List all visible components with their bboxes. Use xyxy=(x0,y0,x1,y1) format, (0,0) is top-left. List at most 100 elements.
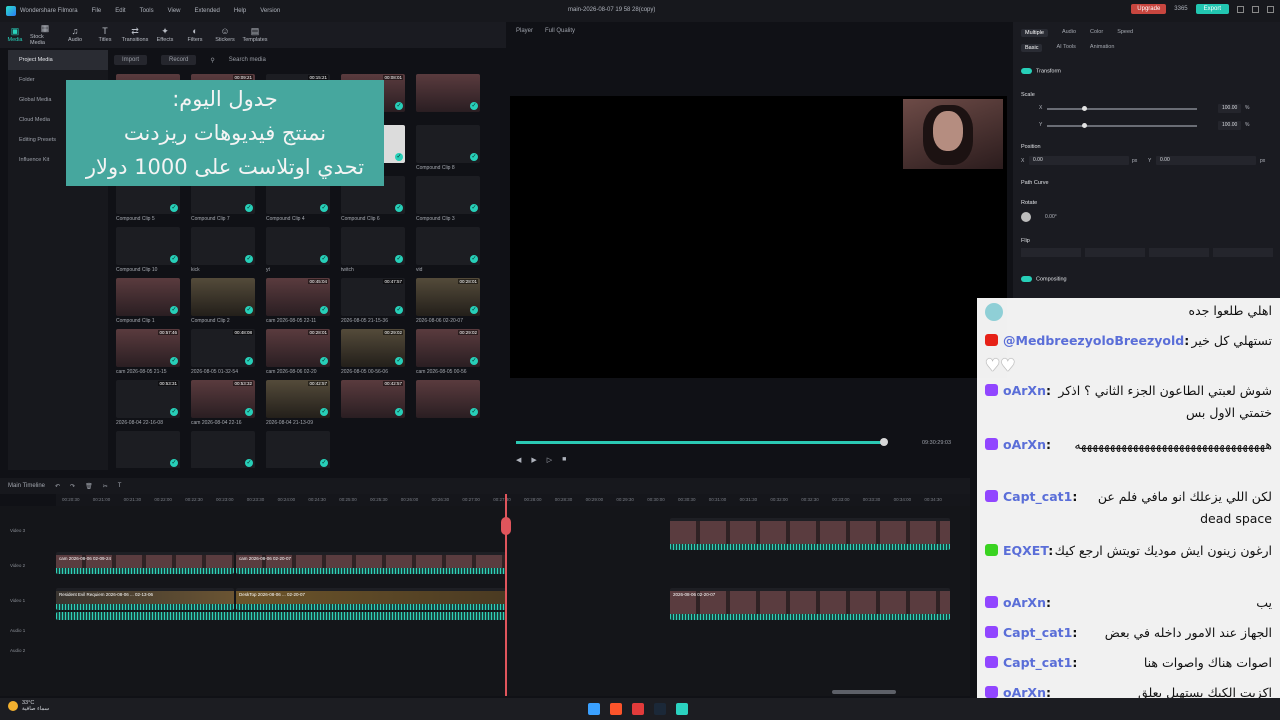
prop-subtab-animation[interactable]: Animation xyxy=(1090,44,1114,52)
menu-item-extended[interactable]: Extended xyxy=(195,8,220,14)
media-thumbnail[interactable]: ✓ xyxy=(116,227,180,265)
media-item[interactable]: 00:48:08 ✓ 2026-08-05 01-32-54 xyxy=(191,329,255,375)
media-item[interactable]: 00:47:57 ✓ 2026-08-05 21-15-36 xyxy=(341,278,405,324)
media-item[interactable]: ✓ xyxy=(191,431,255,468)
timeline-name[interactable]: Main Timeline xyxy=(8,483,45,489)
media-thumbnail[interactable]: 00:42:57 ✓ xyxy=(341,380,405,418)
tab-templates[interactable]: ▤ Templates xyxy=(240,22,270,48)
upgrade-button[interactable]: Upgrade xyxy=(1131,4,1167,14)
prop-subtab-basic[interactable]: Basic xyxy=(1021,44,1043,52)
media-item[interactable]: 00:53:32 ✓ cam 2026-08-04 22-16 xyxy=(191,380,255,426)
scale-y-input[interactable]: 100.00 xyxy=(1218,121,1242,130)
scale-y-slider[interactable] xyxy=(1047,125,1197,127)
timeline-scrollbar[interactable] xyxy=(832,690,896,694)
rotate-value[interactable]: 0.00° xyxy=(1045,214,1057,220)
menu-item-edit[interactable]: Edit xyxy=(115,8,125,14)
media-thumbnail[interactable]: 00:57:46 ✓ xyxy=(116,329,180,367)
flip-vertical-button[interactable] xyxy=(1021,248,1081,257)
media-thumbnail[interactable]: 00:47:57 ✓ xyxy=(341,278,405,316)
menu-item-help[interactable]: Help xyxy=(234,8,246,14)
brave-icon[interactable] xyxy=(610,703,622,715)
media-item[interactable]: ✓ xyxy=(416,74,480,114)
undo-icon[interactable]: ↶ xyxy=(55,483,60,490)
transform-toggle[interactable] xyxy=(1021,68,1032,74)
media-item[interactable]: ✓ xyxy=(116,431,180,468)
filmora-taskbar-icon[interactable] xyxy=(676,703,688,715)
playhead-marker[interactable] xyxy=(501,517,511,535)
cut-icon[interactable]: ✂ xyxy=(103,483,108,490)
media-thumbnail[interactable]: ✓ xyxy=(191,227,255,265)
media-item[interactable]: 00:42:57 ✓ xyxy=(341,380,405,420)
media-thumbnail[interactable]: 00:28:01 ✓ xyxy=(266,329,330,367)
playback-knob[interactable] xyxy=(880,438,888,446)
media-item[interactable]: ✓ yt xyxy=(266,227,330,273)
timeline-clip[interactable]: 2026-08-06 02-20-07 xyxy=(670,588,950,620)
media-item[interactable]: ✓ vid xyxy=(416,227,480,273)
menu-item-view[interactable]: View xyxy=(168,8,181,14)
stop-icon[interactable]: ■ xyxy=(562,456,566,468)
timeline-ruler[interactable]: 00:20:30 00:21:00 00:21:30 00:22:00 00:22:30… xyxy=(56,494,970,506)
media-thumbnail[interactable]: 00:53:32 ✓ xyxy=(191,380,255,418)
media-thumbnail[interactable]: ✓ xyxy=(116,431,180,468)
minimize-icon[interactable] xyxy=(1237,5,1244,13)
media-thumbnail[interactable]: 00:45:04 ✓ xyxy=(266,278,330,316)
prop-tab-multiple[interactable]: Multiple xyxy=(1021,29,1048,37)
record-button[interactable]: Record xyxy=(161,55,197,65)
prop-tab-audio[interactable]: Audio xyxy=(1062,29,1076,37)
rotate-right-button[interactable] xyxy=(1149,248,1209,257)
menu-item-file[interactable]: File xyxy=(92,8,102,14)
media-item[interactable]: ✓ Compound Clip 10 xyxy=(116,227,180,273)
timeline-clip[interactable]: cam 2026-08-06 02-20-07 xyxy=(236,552,506,574)
tab-stickers[interactable]: ☺ Stickers xyxy=(210,22,240,48)
scale-x-slider[interactable] xyxy=(1047,108,1197,110)
media-item[interactable]: 00:57:46 ✓ cam 2026-08-05 21-15 xyxy=(116,329,180,375)
playback-progress[interactable] xyxy=(516,441,884,444)
tab-filters[interactable]: ◐ Filters xyxy=(180,22,210,48)
media-item[interactable]: ✓ Compound Clip 3 xyxy=(416,176,480,222)
pos-y-input[interactable]: 0.00 xyxy=(1156,156,1256,165)
media-thumbnail[interactable]: ✓ xyxy=(266,431,330,468)
media-item[interactable]: ✓ twitch xyxy=(341,227,405,273)
media-item[interactable]: 00:29:02 ✓ 2026-08-05 00-56-06 xyxy=(341,329,405,375)
media-thumbnail[interactable]: ✓ xyxy=(341,227,405,265)
redo-icon[interactable]: ↷ xyxy=(70,483,75,490)
media-thumbnail[interactable]: 00:42:57 ✓ xyxy=(266,380,330,418)
media-item[interactable]: ✓ Compound Clip 2 xyxy=(191,278,255,324)
play-icon-2[interactable]: ▷ xyxy=(547,456,552,468)
media-thumbnail[interactable]: 00:29:02 ✓ xyxy=(416,329,480,367)
media-item[interactable]: ✓ xyxy=(266,431,330,468)
media-item[interactable]: ✓ Compound Clip 1 xyxy=(116,278,180,324)
windows-start-icon[interactable] xyxy=(588,703,600,715)
play-icon[interactable]: ▶ xyxy=(531,456,536,468)
export-button[interactable]: Export xyxy=(1195,4,1229,14)
quality-select[interactable]: Full Quality xyxy=(545,28,575,34)
tab-effects[interactable]: ✦ Effects xyxy=(150,22,180,48)
media-thumbnail[interactable]: 00:48:08 ✓ xyxy=(191,329,255,367)
tab-transitions[interactable]: ⇄ Transitions xyxy=(120,22,150,48)
tab-titles[interactable]: T Titles xyxy=(90,22,120,48)
prev-frame-icon[interactable]: ◀ xyxy=(516,456,521,468)
media-thumbnail[interactable]: ✓ xyxy=(116,278,180,316)
menu-item-version[interactable]: Version xyxy=(260,8,280,14)
media-thumbnail[interactable]: 00:28:01 ✓ xyxy=(416,278,480,316)
weather-widget[interactable]: 33°C سماء صافية xyxy=(8,700,49,712)
prop-tab-speed[interactable]: Speed xyxy=(1117,29,1133,37)
media-item[interactable]: ✓ kick xyxy=(191,227,255,273)
pos-x-input[interactable]: 0.00 xyxy=(1029,156,1129,165)
steam-icon[interactable] xyxy=(654,703,666,715)
app-icon[interactable] xyxy=(632,703,644,715)
rotate-dial-icon[interactable] xyxy=(1021,212,1031,222)
media-item[interactable]: ✓ Compound Clip 8 xyxy=(416,125,480,171)
media-thumbnail[interactable]: ✓ xyxy=(191,431,255,468)
compositing-toggle[interactable] xyxy=(1021,276,1032,282)
menu-item-tools[interactable]: Tools xyxy=(140,8,154,14)
media-thumbnail[interactable]: ✓ xyxy=(416,176,480,214)
tab-media[interactable]: ▣ Media xyxy=(0,22,30,48)
media-thumbnail[interactable]: 00:53:31 ✓ xyxy=(116,380,180,418)
flip-horizontal-button[interactable] xyxy=(1085,248,1145,257)
close-icon[interactable] xyxy=(1267,5,1274,13)
media-thumbnail[interactable]: ✓ xyxy=(416,125,480,163)
media-thumbnail[interactable]: ✓ xyxy=(416,380,480,418)
media-item[interactable]: 00:45:04 ✓ cam 2026-08-05 22-11 xyxy=(266,278,330,324)
import-button[interactable]: Import xyxy=(114,55,148,65)
